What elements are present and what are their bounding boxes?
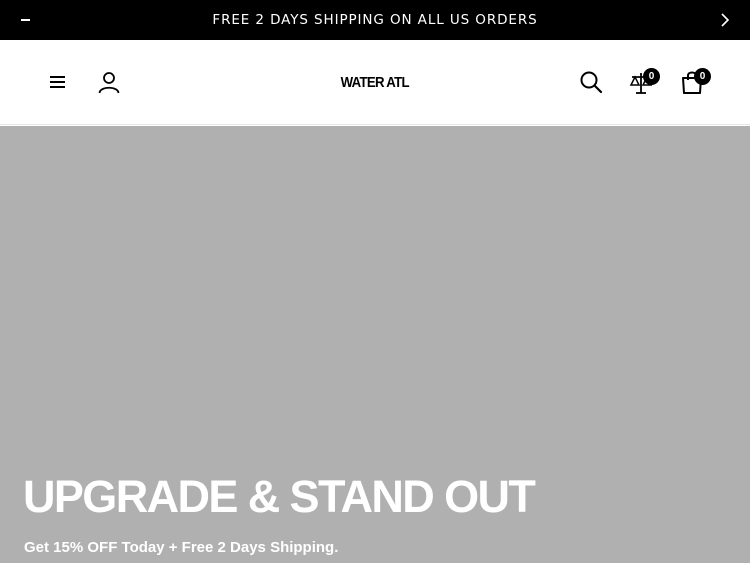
hero-banner: UPGRADE & STAND OUT Get 15% OFF Today + … [0,126,750,563]
cart-count-badge: 0 [694,68,711,85]
search-icon [580,71,603,94]
compare-count-badge: 0 [643,68,660,85]
announcement-text: FREE 2 DAYS SHIPPING ON ALL US ORDERS [212,12,538,28]
chevron-right-icon [721,13,730,27]
menu-button[interactable] [46,70,70,94]
site-logo[interactable]: WATER ATL [341,74,410,91]
hero-title: UPGRADE & STAND OUT [23,471,536,522]
hero-subtitle: Get 15% OFF Today + Free 2 Days Shipping… [24,539,339,556]
site-header: WATER ATL 0 0 [0,40,750,125]
account-button[interactable] [95,68,123,96]
announcement-prev-button[interactable] [14,10,36,30]
account-icon [98,72,120,94]
search-button[interactable] [577,68,605,96]
menu-icon [50,76,65,88]
announcement-bar: FREE 2 DAYS SHIPPING ON ALL US ORDERS [0,0,750,40]
announcement-next-button[interactable] [714,10,736,30]
minus-icon [20,19,30,21]
